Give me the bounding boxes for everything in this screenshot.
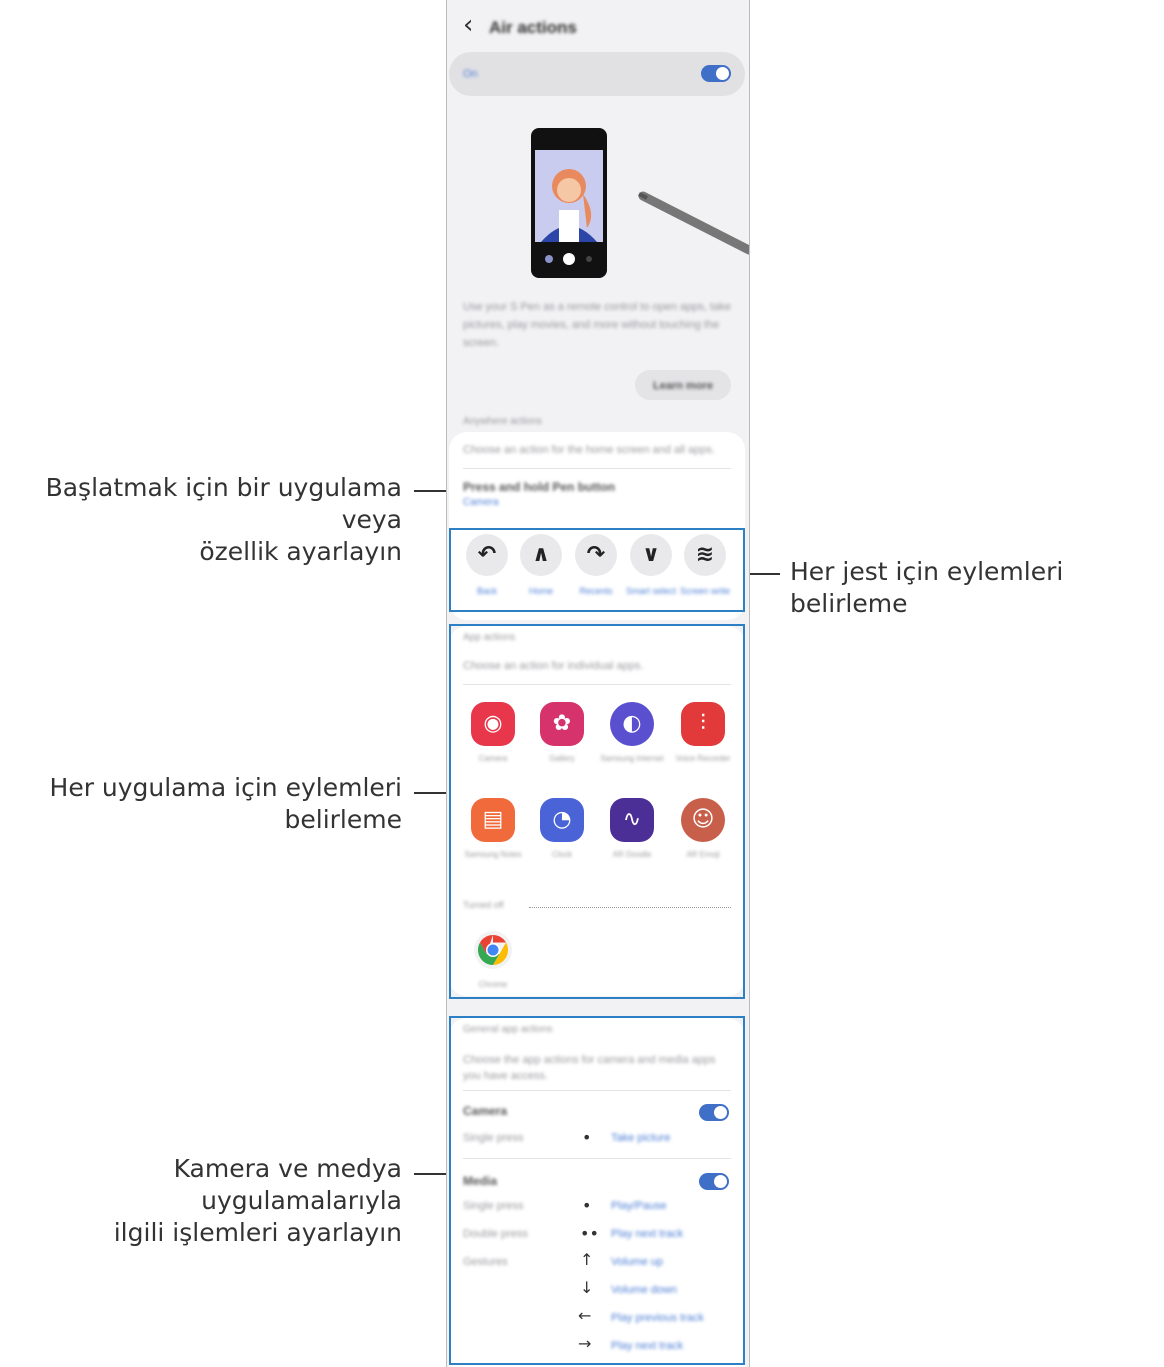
- leader-line-media-actions: [414, 1173, 448, 1175]
- page-title: Air actions: [489, 18, 577, 37]
- illustration: [447, 110, 749, 290]
- callout-media-actions: Kamera ve medya uygulamalarıyla ilgili i…: [113, 1154, 402, 1247]
- learn-more-button[interactable]: Learn more: [635, 370, 731, 400]
- callout-start-app: Başlatmak için bir uygulama veya özellik…: [45, 473, 402, 566]
- anywhere-section-header: Anywhere actions: [463, 416, 542, 427]
- leader-line-gesture-actions: [745, 573, 780, 575]
- leader-line-app-actions: [414, 792, 448, 794]
- callout-app-actions: Her uygulama için eylemleri belirleme: [49, 773, 402, 834]
- anywhere-intro: Choose an action for the home screen and…: [463, 444, 715, 456]
- master-switch-bar[interactable]: On: [449, 52, 745, 96]
- general-actions-frame: [449, 1016, 745, 1365]
- back-icon[interactable]: ‹: [463, 10, 473, 40]
- description-text: Use your S Pen as a remote control to op…: [463, 301, 731, 349]
- divider: [463, 468, 731, 469]
- app-actions-frame: [449, 624, 745, 999]
- master-toggle[interactable]: [701, 65, 731, 82]
- press-hold-title: Press and hold Pen button: [463, 480, 616, 494]
- master-switch-label: On: [463, 68, 478, 80]
- gesture-actions-frame: [449, 528, 745, 612]
- press-hold-row[interactable]: Press and hold Pen button Camera: [463, 480, 729, 516]
- learn-more-label: Learn more: [653, 380, 713, 392]
- callout-gesture-actions: Her jest için eylemleri belirleme: [790, 557, 1064, 618]
- press-hold-value: Camera: [463, 497, 499, 508]
- phone-and-pen-illustration: [531, 128, 749, 278]
